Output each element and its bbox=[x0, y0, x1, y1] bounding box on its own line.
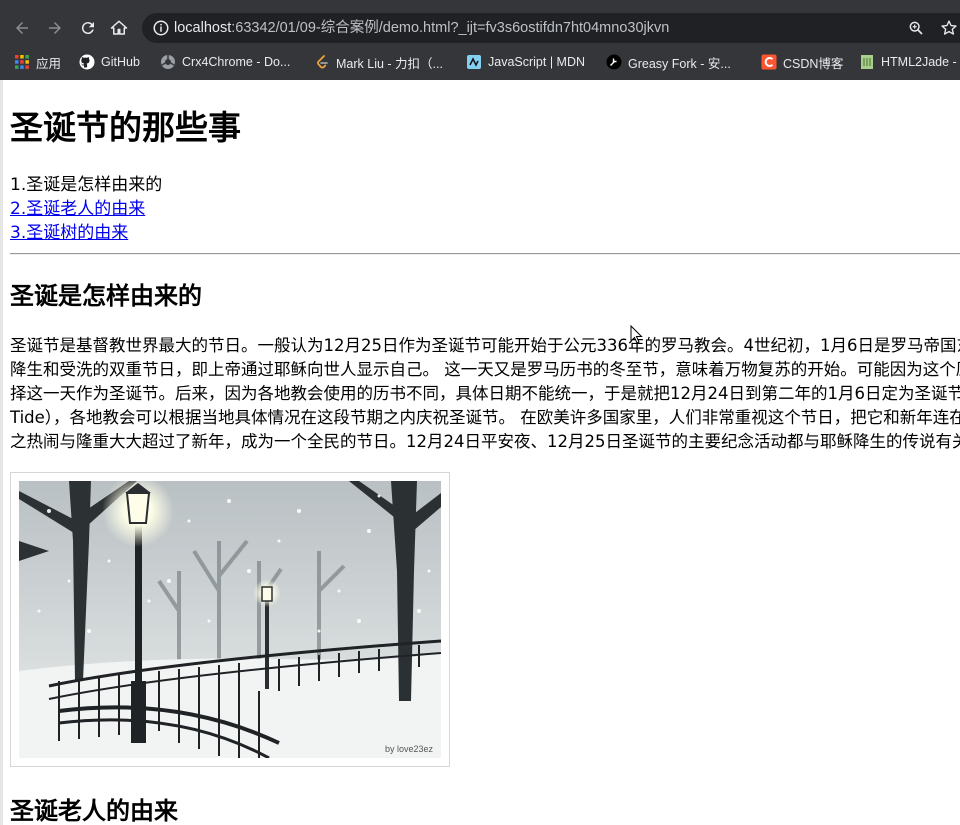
horizontal-rule bbox=[10, 253, 960, 255]
home-icon bbox=[110, 20, 128, 35]
browser-chrome: localhost:63342/01/09-综合案例/demo.html?_ij… bbox=[0, 0, 960, 80]
reload-button[interactable] bbox=[76, 16, 100, 40]
toc-link-tree[interactable]: 3.圣诞树的由来 bbox=[10, 223, 128, 243]
home-button[interactable] bbox=[107, 16, 131, 40]
bookmark-label: HTML2Jade - ... bbox=[881, 55, 960, 69]
bookmark-mdn[interactable]: JavaScript | MDN bbox=[466, 52, 585, 72]
browser-toolbar: localhost:63342/01/09-综合案例/demo.html?_ij… bbox=[0, 8, 960, 48]
address-bar[interactable]: localhost:63342/01/09-综合案例/demo.html?_ij… bbox=[142, 13, 960, 43]
url-host: localhost bbox=[174, 20, 232, 36]
bookmark-label: Crx4Chrome - Do... bbox=[182, 55, 291, 69]
csdn-icon bbox=[761, 54, 777, 70]
leetcode-icon bbox=[317, 55, 328, 69]
url-path: :63342/01/09-综合案例/demo.html?_ijt=fv3s6os… bbox=[231, 20, 670, 36]
bookmark-label: JavaScript | MDN bbox=[488, 55, 586, 69]
toc-link-santa[interactable]: 2.圣诞老人的由来 bbox=[10, 199, 145, 219]
bookmark-github[interactable]: GitHub bbox=[79, 52, 140, 72]
mouse-cursor-icon bbox=[630, 325, 643, 344]
zoom-icon[interactable] bbox=[908, 20, 924, 36]
paragraph-line: 之热闹与隆重大大超过了新年，成为一个全民的节日。12月24日平安夜、12月25日… bbox=[10, 432, 960, 451]
bookmark-crx4chrome[interactable]: Crx4Chrome - Do... bbox=[160, 52, 298, 72]
image-credit: by love23ez bbox=[385, 744, 434, 754]
bookmark-label: Greasy Fork - 安... bbox=[628, 56, 731, 71]
active-tab[interactable] bbox=[0, 0, 960, 8]
paragraph-line: 择这一天作为圣诞节。后来，因为各地教会使用的历书不同，具体日期不能统一，于是就把… bbox=[10, 384, 960, 403]
bookmark-label: GitHub bbox=[101, 55, 140, 69]
bookmark-star-icon[interactable] bbox=[940, 19, 958, 37]
section-paragraph-origin: 圣诞节是基督教世界最大的节日。一般认为12月25日作为圣诞节可能开始于公元336… bbox=[10, 334, 960, 454]
toc-item-origin: 1.圣诞是怎样由来的 bbox=[10, 175, 163, 195]
bookmarks-bar: 应用 GitHub Crx4Chrome - Do... Mark Liu - … bbox=[0, 48, 960, 76]
snowy-park-illustration: by love23ez bbox=[19, 481, 441, 758]
arrow-right-icon bbox=[49, 22, 61, 34]
url-text[interactable]: localhost:63342/01/09-综合案例/demo.html?_ij… bbox=[174, 19, 669, 37]
page-viewport: 圣诞节的那些事 1.圣诞是怎样由来的 2.圣诞老人的由来 3.圣诞树的由来 圣诞… bbox=[0, 80, 960, 825]
tab-strip bbox=[0, 0, 960, 8]
reload-icon bbox=[81, 22, 94, 35]
bookmark-label: CSDN博客 bbox=[783, 56, 844, 71]
bookmark-apps[interactable]: 应用 bbox=[14, 52, 61, 72]
bookmark-label: Mark Liu - 力扣（... bbox=[336, 56, 443, 71]
mdn-icon bbox=[467, 55, 481, 69]
bookmark-html2jade[interactable]: HTML2Jade - ... bbox=[859, 52, 960, 72]
html2jade-icon bbox=[861, 55, 873, 69]
bookmark-greasyfork[interactable]: Greasy Fork - 安... bbox=[606, 52, 742, 72]
paragraph-line: 圣诞节是基督教世界最大的节日。一般认为12月25日作为圣诞节可能开始于公元336… bbox=[10, 336, 960, 355]
section-heading-santa: 圣诞老人的由来 bbox=[10, 797, 178, 825]
greasyfork-icon bbox=[606, 54, 622, 70]
arrow-left-icon bbox=[16, 22, 28, 34]
paragraph-line: Tide），各地教会可以根据当地具体情况在这段节期之内庆祝圣诞节。 在欧美许多国… bbox=[10, 408, 960, 427]
snow-park-image: by love23ez bbox=[10, 472, 450, 767]
info-icon[interactable] bbox=[152, 19, 170, 37]
page-title: 圣诞节的那些事 bbox=[10, 108, 241, 147]
github-icon bbox=[79, 54, 95, 70]
table-of-contents: 1.圣诞是怎样由来的 2.圣诞老人的由来 3.圣诞树的由来 bbox=[10, 173, 162, 245]
crx4chrome-icon bbox=[161, 55, 175, 69]
bookmark-leetcode[interactable]: Mark Liu - 力扣（... bbox=[314, 52, 452, 72]
bookmark-csdn[interactable]: CSDN博客 bbox=[761, 52, 843, 72]
forward-button[interactable] bbox=[43, 16, 67, 40]
paragraph-line: 降生和受洗的双重节日，即上帝通过耶稣向世人显示自己。 这一天又是罗马历书的冬至节… bbox=[10, 360, 960, 379]
section-heading-origin: 圣诞是怎样由来的 bbox=[10, 282, 202, 310]
bookmark-label: 应用 bbox=[36, 56, 62, 71]
back-button[interactable] bbox=[10, 16, 34, 40]
apps-grid-icon bbox=[15, 55, 29, 69]
